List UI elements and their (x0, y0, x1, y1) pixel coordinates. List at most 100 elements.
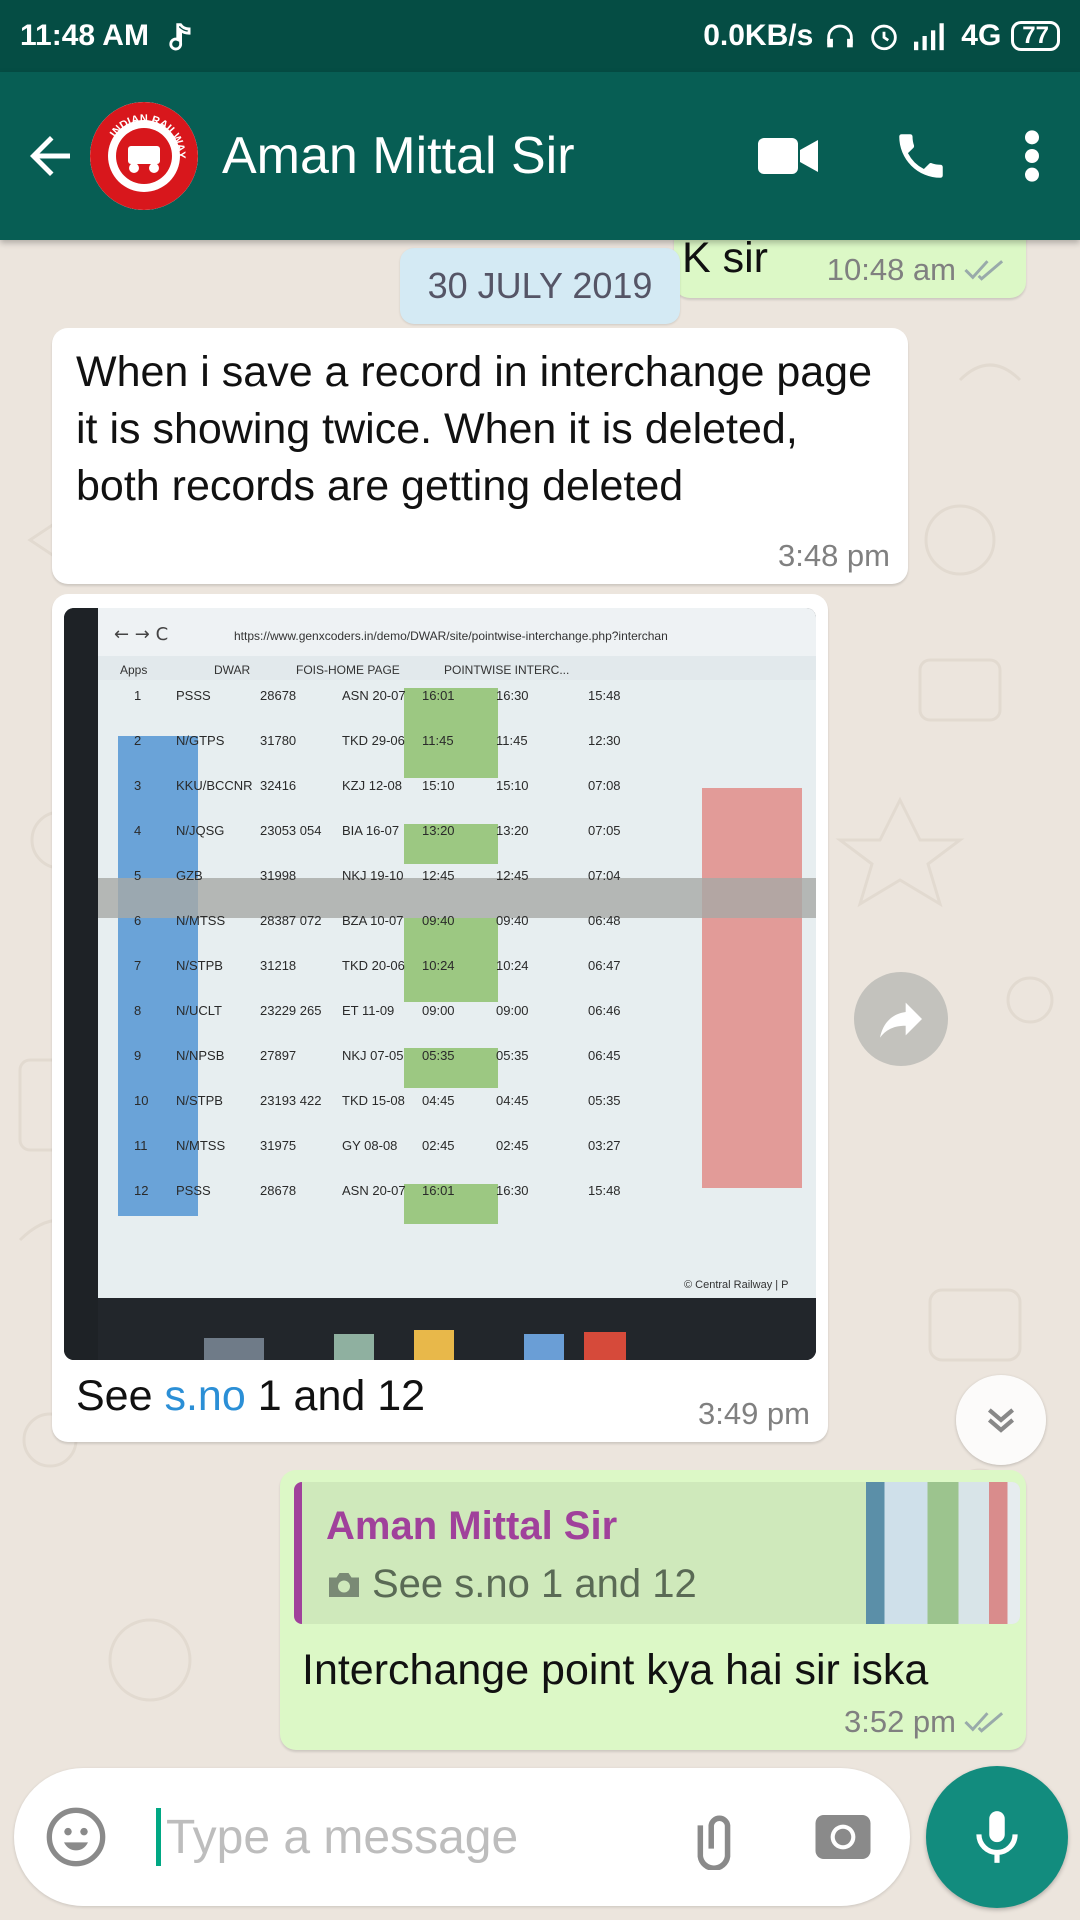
photo-table-cell: 6 (134, 913, 141, 928)
message-bubble-outgoing[interactable]: K sir 10:48 am (674, 240, 1026, 298)
photo-table-cell: 31998 (260, 868, 296, 883)
image-message-bubble[interactable]: ← → C https://www.genxcoders.in/demo/DWA… (52, 594, 828, 1442)
photo-table-cell: 02:45 (496, 1138, 529, 1153)
photo-table-cell: 07:05 (588, 823, 621, 838)
message-bubble-incoming[interactable]: When i save a record in interchange page… (52, 328, 908, 584)
quoted-thumbnail (866, 1482, 1020, 1624)
camera-icon[interactable] (810, 1804, 876, 1870)
photo-table-cell: 31218 (260, 958, 296, 973)
photo-table-cell: 28678 (260, 1183, 296, 1198)
photo-table-cell: 27897 (260, 1048, 296, 1063)
photo-table-cell: N/STPB (176, 1093, 223, 1108)
photo-table-cell: 13:20 (496, 823, 529, 838)
screenshot-photo[interactable]: ← → C https://www.genxcoders.in/demo/DWA… (64, 608, 816, 1360)
photo-table-cell: 32416 (260, 778, 296, 793)
photo-table-cell: N/MTSS (176, 1138, 225, 1153)
photo-table-cell: 06:45 (588, 1048, 621, 1063)
message-meta: 10:48 am (827, 252, 1008, 288)
photo-table-cell: NKJ 07-05 (342, 1048, 403, 1063)
video-call-icon[interactable] (756, 132, 820, 180)
back-arrow-icon[interactable] (20, 126, 80, 186)
forward-button[interactable] (854, 972, 948, 1066)
photo-table-cell: 05:35 (588, 1093, 621, 1108)
caption-link[interactable]: s.no (164, 1372, 245, 1420)
mic-icon (976, 1811, 1018, 1863)
photo-table-cell: 10:24 (422, 958, 455, 973)
photo-table-cell: 31975 (260, 1138, 296, 1153)
photo-table-cell: 12 (134, 1183, 148, 1198)
header-actions (756, 127, 1042, 185)
chat-area[interactable]: K sir 10:48 am 30 JULY 2019 When i save … (0, 240, 1080, 1760)
photo-content: ← → C https://www.genxcoders.in/demo/DWA… (64, 608, 816, 1360)
mic-button[interactable] (926, 1766, 1068, 1908)
photo-table-cell: 11:45 (422, 733, 454, 748)
photo-table-cell: 4 (134, 823, 141, 838)
quoted-sender: Aman Mittal Sir (326, 1504, 618, 1548)
photo-table-cell: N/NPSB (176, 1048, 224, 1063)
photo-table-cell: 09:00 (496, 1003, 529, 1018)
contact-name[interactable]: Aman Mittal Sir (222, 126, 575, 186)
more-options-icon[interactable] (1022, 128, 1042, 184)
railways-logo-icon: INDIAN RAILWAYS (90, 102, 198, 210)
photo-table-cell: N/UCLT (176, 1003, 222, 1018)
photo-table-cell: 07:08 (588, 778, 621, 793)
photo-table-cell: 16:01 (422, 1183, 455, 1198)
quoted-message[interactable]: Aman Mittal Sir See s.no 1 and 12 (294, 1482, 1020, 1624)
photo-table-cell: BIA 16-07 (342, 823, 399, 838)
voice-call-icon[interactable] (892, 127, 950, 185)
photo-table-cell: 07:04 (588, 868, 621, 883)
attach-icon[interactable] (686, 1804, 752, 1870)
quote-bar (294, 1482, 302, 1624)
status-time: 11:48 AM (20, 19, 149, 52)
photo-table-cell: PSSS (176, 1183, 211, 1198)
photo-table-cell: KKU/BCCNR (176, 778, 253, 793)
photo-table-cell: N/GTPS (176, 733, 225, 748)
photo-table-cell: 1 (134, 688, 141, 703)
photo-table-cell: PSSS (176, 688, 211, 703)
photo-table-cell: 06:48 (588, 913, 621, 928)
photo-table-cell: 15:10 (422, 778, 455, 793)
photo-table-cell: 03:27 (588, 1138, 621, 1153)
avatar[interactable]: INDIAN RAILWAYS (90, 102, 198, 210)
photo-table-cell: N/STPB (176, 958, 223, 973)
photo-table-cell: 9 (134, 1048, 141, 1063)
photo-table-cell: 05:35 (422, 1048, 455, 1063)
emoji-icon[interactable] (44, 1805, 108, 1869)
photo-bookmark: POINTWISE INTERC... (444, 663, 569, 677)
photo-url: https://www.genxcoders.in/demo/DWAR/site… (234, 629, 668, 643)
double-check-icon (964, 260, 1004, 281)
photo-table-cell: 10:24 (496, 958, 529, 973)
camera-small-icon (329, 1572, 359, 1597)
photo-table-cell: NKJ 19-10 (342, 868, 403, 883)
text-cursor (156, 1808, 161, 1866)
photo-table-cell: 16:30 (496, 1183, 529, 1198)
photo-table-cell: 15:10 (496, 778, 529, 793)
photo-table-cell: 09:00 (422, 1003, 455, 1018)
forward-icon (880, 1002, 922, 1038)
network-speed: 0.0KB/s (703, 19, 814, 52)
photo-table-cell: 02:45 (422, 1138, 455, 1153)
message-meta: 3:52 pm (844, 1704, 1008, 1740)
photo-table-cell: 31780 (260, 733, 296, 748)
photo-table-cell: TKD 15-08 (342, 1093, 405, 1108)
photo-table-cell: 10 (134, 1093, 148, 1108)
photo-footer: © Central Railway | P (684, 1279, 789, 1291)
photo-bookmark: FOIS-HOME PAGE (296, 663, 400, 677)
photo-table-cell: 09:40 (422, 913, 455, 928)
chat-header: INDIAN RAILWAYS Aman Mittal Sir (0, 72, 1080, 240)
photo-table-cell: N/MTSS (176, 913, 225, 928)
photo-table-cell: 15:48 (588, 1183, 621, 1198)
caption-text: See (76, 1372, 165, 1420)
alarm-icon (871, 24, 898, 51)
message-text: Interchange point kya hai sir iska (302, 1646, 929, 1694)
message-bubble-outgoing[interactable]: Aman Mittal Sir See s.no 1 and 12 Interc… (280, 1470, 1026, 1750)
message-input[interactable]: Type a message (166, 1810, 518, 1865)
photo-table-cell: ET 11-09 (342, 1003, 394, 1018)
photo-table-cell: ASN 20-07 (342, 1183, 406, 1198)
photo-table-cell: 11:45 (496, 733, 528, 748)
photo-table-cell: ASN 20-07 (342, 688, 406, 703)
photo-table-cell: 8 (134, 1003, 141, 1018)
photo-table-cell: 2 (134, 733, 141, 748)
scroll-to-bottom-button[interactable] (956, 1375, 1046, 1465)
photo-table-cell: N/JQSG (176, 823, 224, 838)
